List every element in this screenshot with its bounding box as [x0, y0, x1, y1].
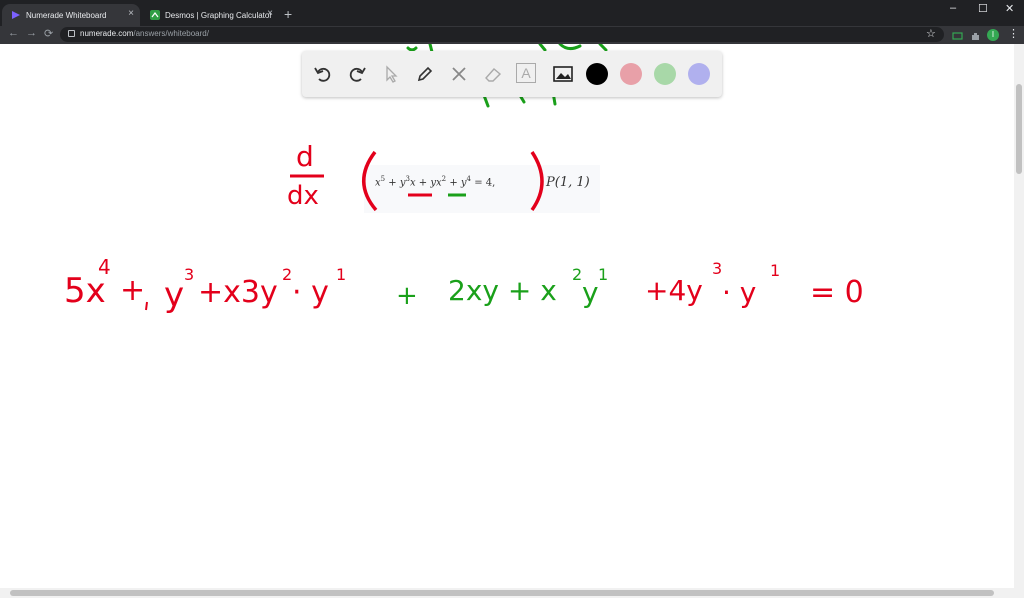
- cast-icon[interactable]: [952, 29, 963, 40]
- term-4y3-exp: 3: [712, 259, 722, 278]
- derivative-denominator: dx: [287, 181, 319, 211]
- whiteboard-toolbar: A: [302, 51, 722, 97]
- green-y: y: [582, 276, 599, 309]
- browser-menu-icon[interactable]: ⋮: [1008, 27, 1019, 40]
- term-4y3-yprime: · y: [722, 276, 756, 309]
- pen-icon[interactable]: [414, 63, 436, 85]
- extensions-puzzle-icon[interactable]: [970, 29, 981, 40]
- profile-avatar[interactable]: I: [987, 29, 999, 41]
- color-black-swatch[interactable]: [586, 63, 608, 85]
- minimize-button[interactable]: –: [950, 2, 956, 14]
- term-y3-exp: 3: [184, 265, 194, 284]
- tab-desmos[interactable]: Desmos | Graphing Calculator ×: [141, 4, 279, 26]
- color-purple-swatch[interactable]: [688, 63, 710, 85]
- forward-button[interactable]: →: [26, 27, 37, 39]
- text-icon[interactable]: A: [516, 63, 536, 83]
- browser-address-bar: ← → ⟳ numerade.com/answers/whiteboard/ ☆…: [0, 26, 1024, 44]
- url-text: numerade.com/answers/whiteboard/: [80, 29, 209, 38]
- term-x3y-exp: 2: [282, 265, 292, 284]
- term-5x-exp: 4: [98, 255, 111, 279]
- term-y3: y: [164, 275, 184, 315]
- bookmark-star-icon[interactable]: ☆: [926, 27, 936, 40]
- handwriting-layer: d dx 5x 4 + y 3 +x3y 2 · y 1 + 2xy + x 2…: [64, 44, 864, 315]
- browser-tab-strip: Numerade Whiteboard × Desmos | Graphing …: [0, 0, 1024, 26]
- tab-close-button[interactable]: ×: [128, 8, 134, 19]
- term-yprime-exp: 1: [336, 265, 346, 284]
- left-paren: [362, 150, 378, 212]
- term-yprime: · y: [292, 275, 329, 310]
- whiteboard-canvas[interactable]: x5 + y3x + yx2 + y4 = 4, P(1, 1) d dx 5x…: [0, 44, 1014, 588]
- green-y-exp: 1: [598, 265, 608, 284]
- paren-fragment: [145, 301, 148, 311]
- undo-icon[interactable]: [312, 63, 334, 85]
- pointer-icon[interactable]: [380, 63, 402, 85]
- url-input[interactable]: numerade.com/answers/whiteboard/ ☆: [60, 27, 944, 42]
- window-close-button[interactable]: ✕: [1005, 2, 1014, 15]
- numerade-logo-icon: [11, 10, 21, 20]
- plus-1: +: [120, 273, 145, 308]
- tab-title: Desmos | Graphing Calculator: [165, 10, 273, 20]
- color-green-swatch[interactable]: [654, 63, 676, 85]
- green-terms: 2xy + x: [448, 274, 557, 307]
- vertical-scrollbar[interactable]: [1014, 44, 1024, 588]
- horizontal-scrollbar[interactable]: [0, 588, 1024, 598]
- term-x3y: +x3y: [198, 275, 278, 310]
- derivative-numerator: d: [296, 140, 314, 173]
- color-red-swatch[interactable]: [620, 63, 642, 85]
- redo-icon[interactable]: [346, 63, 368, 85]
- green-plus: +: [396, 281, 418, 311]
- lock-icon: [68, 30, 75, 37]
- term-4y3-yprime-exp: 1: [770, 261, 780, 280]
- term-4y3: +4y: [645, 274, 703, 307]
- right-paren: [530, 151, 544, 212]
- maximize-button[interactable]: ☐: [978, 2, 988, 15]
- green-exp: 2: [572, 265, 582, 284]
- desmos-logo-icon: [150, 10, 160, 20]
- tab-close-button[interactable]: ×: [267, 8, 273, 19]
- tab-title: Numerade Whiteboard: [26, 10, 107, 20]
- new-tab-button[interactable]: +: [284, 6, 292, 22]
- eraser-icon[interactable]: [482, 63, 504, 85]
- vertical-scroll-thumb[interactable]: [1016, 84, 1022, 174]
- image-icon[interactable]: [552, 63, 574, 85]
- horizontal-scroll-thumb[interactable]: [10, 590, 994, 596]
- equals-zero: = 0: [810, 275, 864, 310]
- reload-button[interactable]: ⟳: [44, 27, 53, 40]
- back-button[interactable]: ←: [8, 27, 19, 39]
- tab-numerade-whiteboard[interactable]: Numerade Whiteboard ×: [2, 4, 140, 26]
- derivative-line: 5x 4 + y 3 +x3y 2 · y 1 + 2xy + x 2 y 1 …: [64, 255, 864, 315]
- tools-icon[interactable]: [448, 63, 470, 85]
